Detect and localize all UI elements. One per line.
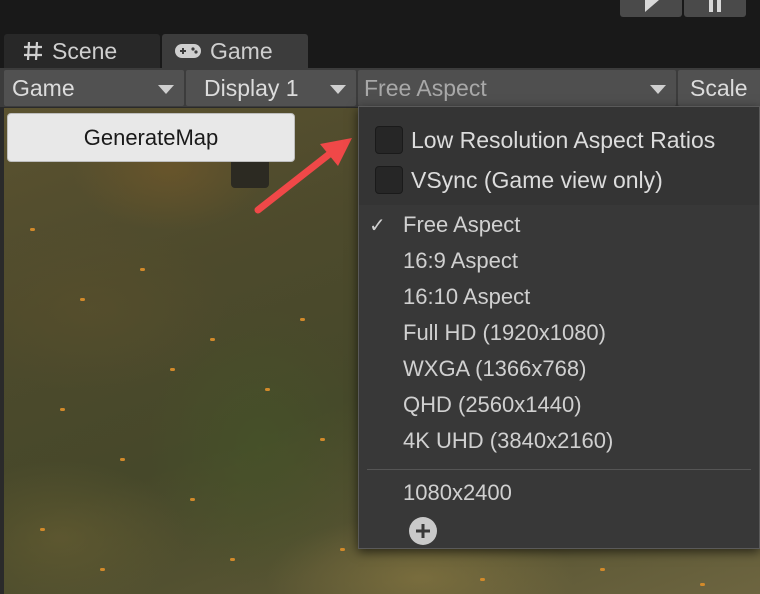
- menu-item-1080x2400[interactable]: 1080x2400: [359, 476, 759, 510]
- checkbox[interactable]: [375, 166, 403, 194]
- play-button[interactable]: [620, 0, 682, 17]
- leaf: [480, 578, 485, 581]
- play-icon: [645, 0, 659, 12]
- game-view-select[interactable]: Game: [4, 70, 184, 106]
- game-view-toolbar: Game Display 1 Free Aspect Scale: [0, 68, 760, 108]
- leaf: [320, 438, 325, 441]
- display-select-label: Display 1: [204, 74, 299, 101]
- leaf: [230, 558, 235, 561]
- leaf: [30, 228, 35, 231]
- menu-item-4k-uhd[interactable]: 4K UHD (3840x2160): [359, 424, 759, 458]
- leaf: [120, 458, 125, 461]
- view-tab-strip: Scene Game: [0, 30, 760, 68]
- menu-item-label: Full HD (1920x1080): [403, 320, 606, 345]
- leaf: [170, 368, 175, 371]
- menu-item-qhd[interactable]: QHD (2560x1440): [359, 388, 759, 422]
- leaf: [60, 408, 65, 411]
- tab-game-label: Game: [210, 37, 273, 64]
- scale-label: Scale: [690, 74, 748, 101]
- chevron-down-icon: [330, 85, 346, 94]
- menu-item-label: 16:10 Aspect: [403, 284, 531, 309]
- leaf: [100, 568, 105, 571]
- menu-item-free-aspect[interactable]: ✓ Free Aspect: [359, 208, 759, 242]
- leaf: [210, 338, 215, 341]
- gamepad-icon: [174, 41, 202, 61]
- leaf: [190, 498, 195, 501]
- leaf: [265, 388, 270, 391]
- menu-item-label: Free Aspect: [403, 212, 521, 237]
- aspect-ratio-select-label: Free Aspect: [364, 74, 487, 101]
- tab-scene[interactable]: Scene: [4, 34, 160, 68]
- menu-separator: [367, 469, 751, 470]
- leaf: [300, 318, 305, 321]
- chevron-down-icon: [158, 85, 174, 94]
- chevron-down-icon: [650, 85, 666, 94]
- hash-grid-icon: [22, 40, 44, 62]
- aspect-ratio-dropdown: Low Resolution Aspect Ratios VSync (Game…: [358, 106, 760, 549]
- plus-circle-icon: [416, 524, 430, 538]
- pause-button[interactable]: [684, 0, 746, 17]
- menu-item-wxga[interactable]: WXGA (1366x768): [359, 352, 759, 386]
- menu-item-16-9[interactable]: 16:9 Aspect: [359, 244, 759, 278]
- pause-icon: [709, 0, 721, 12]
- viewport-border: [0, 108, 4, 594]
- leaf: [140, 268, 145, 271]
- menu-item-label: 4K UHD (3840x2160): [403, 428, 614, 453]
- add-resolution-button[interactable]: [409, 517, 437, 545]
- tab-scene-label: Scene: [52, 37, 118, 64]
- menu-item-16-10[interactable]: 16:10 Aspect: [359, 280, 759, 314]
- menu-item-full-hd[interactable]: Full HD (1920x1080): [359, 316, 759, 350]
- low-resolution-label: Low Resolution Aspect Ratios: [411, 126, 716, 153]
- game-view-select-label: Game: [12, 74, 75, 101]
- display-select[interactable]: Display 1: [186, 70, 356, 106]
- checkbox[interactable]: [375, 126, 403, 154]
- leaf: [600, 568, 605, 571]
- leaf: [40, 528, 45, 531]
- leaf: [340, 548, 345, 551]
- menu-item-label: 16:9 Aspect: [403, 248, 518, 273]
- leaf: [80, 298, 85, 301]
- editor-top-bar: [0, 0, 760, 30]
- checkmark-icon: ✓: [369, 214, 386, 237]
- menu-item-label: QHD (2560x1440): [403, 392, 582, 417]
- menu-item-label: WXGA (1366x768): [403, 356, 587, 381]
- vsync-toggle[interactable]: VSync (Game view only): [375, 163, 663, 197]
- scale-slider-label[interactable]: Scale: [678, 70, 760, 106]
- tab-game[interactable]: Game: [162, 34, 308, 68]
- annotation-arrow-icon: [254, 138, 352, 214]
- leaf: [700, 583, 705, 586]
- vsync-label: VSync (Game view only): [411, 166, 663, 193]
- menu-item-label: 1080x2400: [403, 480, 512, 505]
- low-resolution-toggle[interactable]: Low Resolution Aspect Ratios: [375, 123, 715, 157]
- aspect-ratio-select[interactable]: Free Aspect: [358, 70, 676, 106]
